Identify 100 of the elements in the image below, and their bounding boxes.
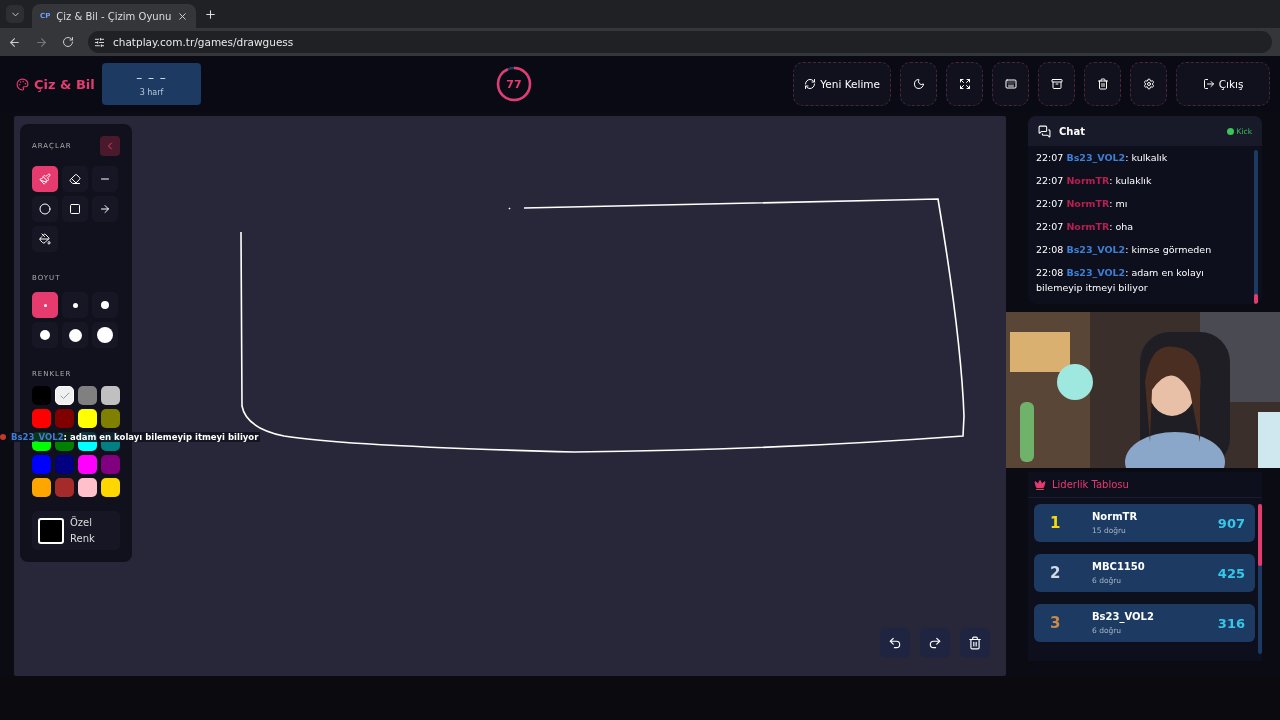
- undo-button[interactable]: [880, 628, 910, 658]
- player-score: 316: [1217, 615, 1245, 631]
- chat-message: 22:07 NormTR: mı: [1036, 197, 1129, 211]
- size-option[interactable]: [92, 322, 118, 348]
- chat-title: Chat: [1059, 125, 1086, 137]
- moon-button[interactable]: [900, 62, 937, 106]
- moon-icon: [912, 78, 925, 90]
- rectangle-tool[interactable]: [62, 196, 88, 222]
- tab-list-button[interactable]: [6, 5, 24, 23]
- close-icon[interactable]: [177, 10, 189, 22]
- dot-icon: [101, 301, 109, 309]
- chat-message: 22:08 Bs23_VOL2: adam en kolayı bilemeyip itmeyi biliyor: [1036, 266, 1205, 295]
- color-swatch[interactable]: [32, 455, 51, 474]
- undo-icon: [888, 636, 902, 650]
- status-dot: [1226, 127, 1234, 135]
- eraser-icon: [69, 173, 81, 185]
- color-swatch[interactable]: [78, 455, 97, 474]
- color-swatch[interactable]: [55, 455, 74, 474]
- address-bar[interactable]: chatplay.com.tr/games/drawguess: [88, 31, 1272, 53]
- color-swatch[interactable]: [101, 455, 120, 474]
- leaderboard-title: Liderlik Tablosu: [1052, 479, 1129, 490]
- chat-message: 22:07 NormTR: kulaklık: [1036, 174, 1153, 188]
- circle-tool[interactable]: [32, 196, 58, 222]
- redo-button[interactable]: [920, 628, 950, 658]
- rank-number: 2: [1050, 564, 1062, 582]
- dot-icon: [68, 328, 82, 342]
- color-swatch[interactable]: [78, 478, 97, 497]
- size-option[interactable]: [62, 292, 88, 318]
- color-swatch[interactable]: [55, 386, 74, 405]
- color-swatch[interactable]: [78, 386, 97, 405]
- refresh-icon: [804, 78, 817, 90]
- scrollbar[interactable]: [1258, 504, 1262, 654]
- size-option[interactable]: [32, 322, 58, 348]
- color-swatch[interactable]: [32, 478, 51, 497]
- fill-icon: [39, 233, 51, 245]
- eraser-tool[interactable]: [62, 166, 88, 192]
- rectangle-icon: [69, 203, 81, 215]
- custom-color-label: Özel Renk: [70, 515, 95, 546]
- arrow-tool[interactable]: [92, 196, 118, 222]
- color-swatch[interactable]: [101, 478, 120, 497]
- new-tab-icon[interactable]: [204, 7, 217, 21]
- trash-icon: [1096, 78, 1109, 90]
- color-swatch[interactable]: [32, 409, 51, 428]
- expand-icon: [958, 78, 971, 90]
- dot-icon: [72, 302, 78, 308]
- arrow-icon: [99, 203, 111, 215]
- letter-count: 3 harf: [139, 88, 164, 97]
- line-tool[interactable]: [92, 166, 118, 192]
- color-preview: [38, 517, 64, 544]
- site-settings-icon[interactable]: [94, 36, 105, 48]
- color-swatch[interactable]: [32, 386, 51, 405]
- player-score: 425: [1217, 565, 1245, 581]
- fill-tool[interactable]: [32, 226, 58, 252]
- tab-title: Çiz & Bil - Çizim Oyunu: [56, 10, 172, 22]
- color-swatch[interactable]: [55, 409, 74, 428]
- status-dot: [0, 434, 6, 440]
- clear-button[interactable]: [960, 628, 990, 658]
- trash-button[interactable]: [1084, 62, 1121, 106]
- trash-icon: [968, 636, 982, 650]
- floating-message: Bs23_VOL2: adam en kolayı bilemeyip itmeyi biliyor: [9, 432, 261, 442]
- dot-icon: [97, 327, 113, 343]
- keyboard-button[interactable]: [992, 62, 1029, 106]
- forward-icon[interactable]: [35, 35, 48, 49]
- chat-icon: [1038, 124, 1051, 138]
- dot-icon: [40, 330, 50, 340]
- header-button[interactable]: Yeni Kelime: [793, 62, 891, 106]
- archive-button[interactable]: [1038, 62, 1075, 106]
- player-name: Bs23_VOL2: [1092, 611, 1155, 622]
- player-name: MBC1150: [1092, 561, 1146, 572]
- expand-button[interactable]: [946, 62, 983, 106]
- custom-color-button[interactable]: Özel Renk: [32, 511, 120, 550]
- color-swatch[interactable]: [101, 409, 120, 428]
- url-text: chatplay.com.tr/games/drawguess: [113, 36, 294, 48]
- app-logo: Çiz & Bil: [34, 76, 95, 92]
- chat-message: 22:08 Bs23_VOL2: kimse görmeden: [1036, 243, 1213, 257]
- word-hint: – – –: [136, 71, 167, 85]
- color-swatch[interactable]: [78, 409, 97, 428]
- brush-tool[interactable]: [32, 166, 58, 192]
- chat-message: 22:07 Bs23_VOL2: kulkalık: [1036, 151, 1169, 165]
- color-swatch[interactable]: [101, 386, 120, 405]
- timer-value: 77: [506, 77, 522, 91]
- player-score: 907: [1217, 515, 1245, 531]
- player-name: NormTR: [1092, 511, 1139, 522]
- logout-icon: [1202, 78, 1215, 90]
- brush-icon: [39, 173, 51, 185]
- settings-button[interactable]: [1130, 62, 1167, 106]
- back-icon[interactable]: [8, 35, 21, 49]
- circle-icon: [39, 203, 51, 215]
- dot-icon: [43, 303, 47, 307]
- archive-icon: [1050, 78, 1063, 90]
- size-option[interactable]: [92, 292, 118, 318]
- color-swatch[interactable]: [55, 478, 74, 497]
- settings-icon: [1142, 78, 1155, 90]
- reload-icon[interactable]: [62, 36, 74, 48]
- chat-message: 22:07 NormTR: oha: [1036, 220, 1135, 234]
- crown-icon: [1034, 478, 1046, 491]
- scrollbar[interactable]: [1254, 150, 1258, 304]
- size-option[interactable]: [62, 322, 88, 348]
- header-button[interactable]: Çıkış: [1176, 62, 1270, 106]
- rank-number: 1: [1050, 514, 1062, 532]
